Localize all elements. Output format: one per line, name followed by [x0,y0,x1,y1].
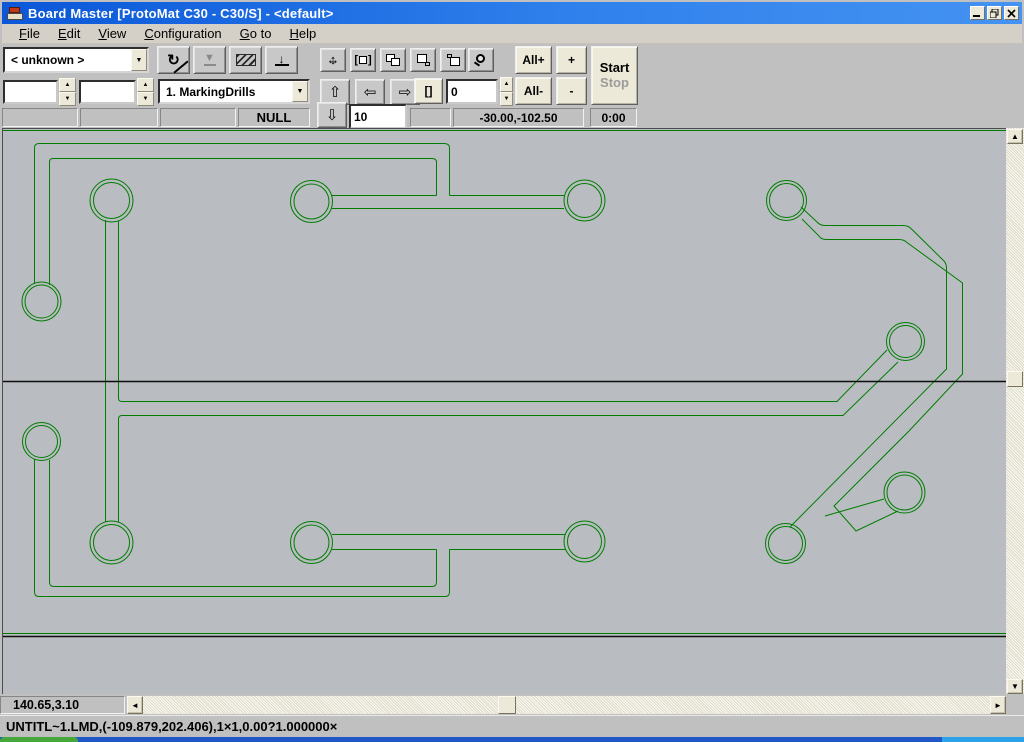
menu-edit[interactable]: Edit [49,25,89,43]
overlap-rects-icon [386,54,400,66]
rotate-slash-icon: ↻ [167,53,180,68]
x-position-field[interactable] [3,80,58,104]
scroll-down-button[interactable] [1007,679,1023,694]
minus-button[interactable]: - [556,77,587,105]
spin-up-icon[interactable] [137,78,154,92]
tool-status-panel: NULL [238,108,310,127]
scroll-right-button[interactable] [990,696,1006,714]
phase-combo[interactable]: 1. MarkingDrills [158,79,310,104]
mill-area-button[interactable] [229,46,262,74]
close-button[interactable] [1004,6,1019,20]
vertical-scrollbar[interactable] [1006,128,1024,694]
start-button[interactable] [0,737,78,742]
title-bar: Board Master [ProtoMat C30 - C30/S] - <d… [2,2,1022,24]
brackets-button[interactable]: [] [414,78,443,104]
board-master-window: Board Master [ProtoMat C30 - C30/S] - <d… [0,0,1024,742]
menu-help[interactable]: Help [280,25,325,43]
spin-up-icon[interactable] [59,78,76,92]
head-down-button[interactable]: ▼ [193,46,226,74]
plus-button[interactable]: + [556,46,587,74]
select-area-button[interactable]: [] [350,48,376,72]
step-field[interactable] [349,104,407,129]
taskbar [0,737,1024,742]
move-down-button[interactable]: ⇩ [317,102,347,128]
spin-down-icon[interactable] [500,92,513,107]
x-position-spinner[interactable] [59,78,76,106]
menu-goto[interactable]: Go to [231,25,281,43]
minimize-button[interactable] [970,6,985,20]
tool-exchange-button[interactable]: ↓ [265,46,298,74]
window-title: Board Master [ProtoMat C30 - C30/S] - <d… [28,6,334,21]
taskbar-tray-fragment [942,737,1024,742]
hatch-area-icon [236,54,256,66]
menu-file[interactable]: File [10,25,49,43]
vertical-scroll-thumb[interactable] [1007,371,1023,387]
bring-to-front-button[interactable] [440,48,466,72]
spin-down-icon[interactable] [137,92,154,106]
tool-to-plate-icon: ↓ [275,54,289,66]
status-panel-4 [410,108,451,127]
menu-view[interactable]: View [89,25,135,43]
close-icon [1007,9,1016,18]
bottom-scroll-row: 140.65,3.10 [0,694,1024,715]
spin-up-icon[interactable] [500,77,513,92]
spindle-motor-button[interactable]: ↻ [157,46,190,74]
file-info-text: UNTITL~1.LMD,(-109.879,202.406),1×1,0.00… [0,719,337,734]
send-to-back-button[interactable] [410,48,436,72]
head-down-icon: ▼ [204,54,216,66]
tool-combo-value: < unknown > [5,53,131,67]
spin-down-icon[interactable] [59,92,76,106]
status-panel-3 [160,108,236,127]
stop-label: Stop [600,76,629,90]
phase-combo-value: 1. MarkingDrills [160,85,292,99]
page-back-icon [417,54,430,66]
pcb-artwork [3,129,1007,695]
cursor-position-panel: 140.65,3.10 [0,696,125,714]
time-panel: 0:00 [590,108,637,127]
start-stop-button[interactable]: Start Stop [591,46,638,105]
tool-combo[interactable]: < unknown > [3,47,149,73]
app-icon [7,6,23,21]
select-rect-icon: [] [354,54,371,66]
count-spinner[interactable] [500,77,513,106]
page-front-icon [447,54,460,66]
pcb-canvas[interactable] [2,128,1006,694]
head-coordinates-panel: -30.00,-102.50 [453,108,584,127]
y-position-field[interactable] [79,80,136,104]
all-plus-button[interactable]: All+ [515,46,552,74]
chevron-down-icon[interactable] [131,49,147,71]
scroll-up-button[interactable] [1007,129,1023,144]
move-left-button[interactable]: ⇦ [355,79,385,105]
move-mode-button[interactable]: ↔↕ [320,48,346,72]
scroll-left-button[interactable] [127,696,143,714]
status-panel-1 [2,108,78,127]
status-panel-2 [80,108,158,127]
horizontal-scroll-thumb[interactable] [498,696,516,714]
start-label: Start [600,61,630,75]
restore-icon [990,9,999,18]
status-bar: UNTITL~1.LMD,(-109.879,202.406),1×1,0.00… [0,715,1024,737]
all-minus-button[interactable]: All- [515,77,552,105]
menu-bar: File Edit View Configuration Go to Help [2,24,1022,44]
count-field[interactable] [446,79,498,104]
move-cross-icon: ↔↕ [325,52,341,68]
y-position-spinner[interactable] [137,78,154,106]
minimize-icon [973,9,982,18]
menu-configuration[interactable]: Configuration [135,25,230,43]
chevron-down-icon[interactable] [292,81,308,102]
horizontal-scroll-track[interactable] [143,696,990,714]
duplicate-button[interactable] [380,48,406,72]
zoom-button[interactable] [468,48,494,72]
restore-button[interactable] [987,6,1002,20]
magnifier-icon [474,53,489,67]
